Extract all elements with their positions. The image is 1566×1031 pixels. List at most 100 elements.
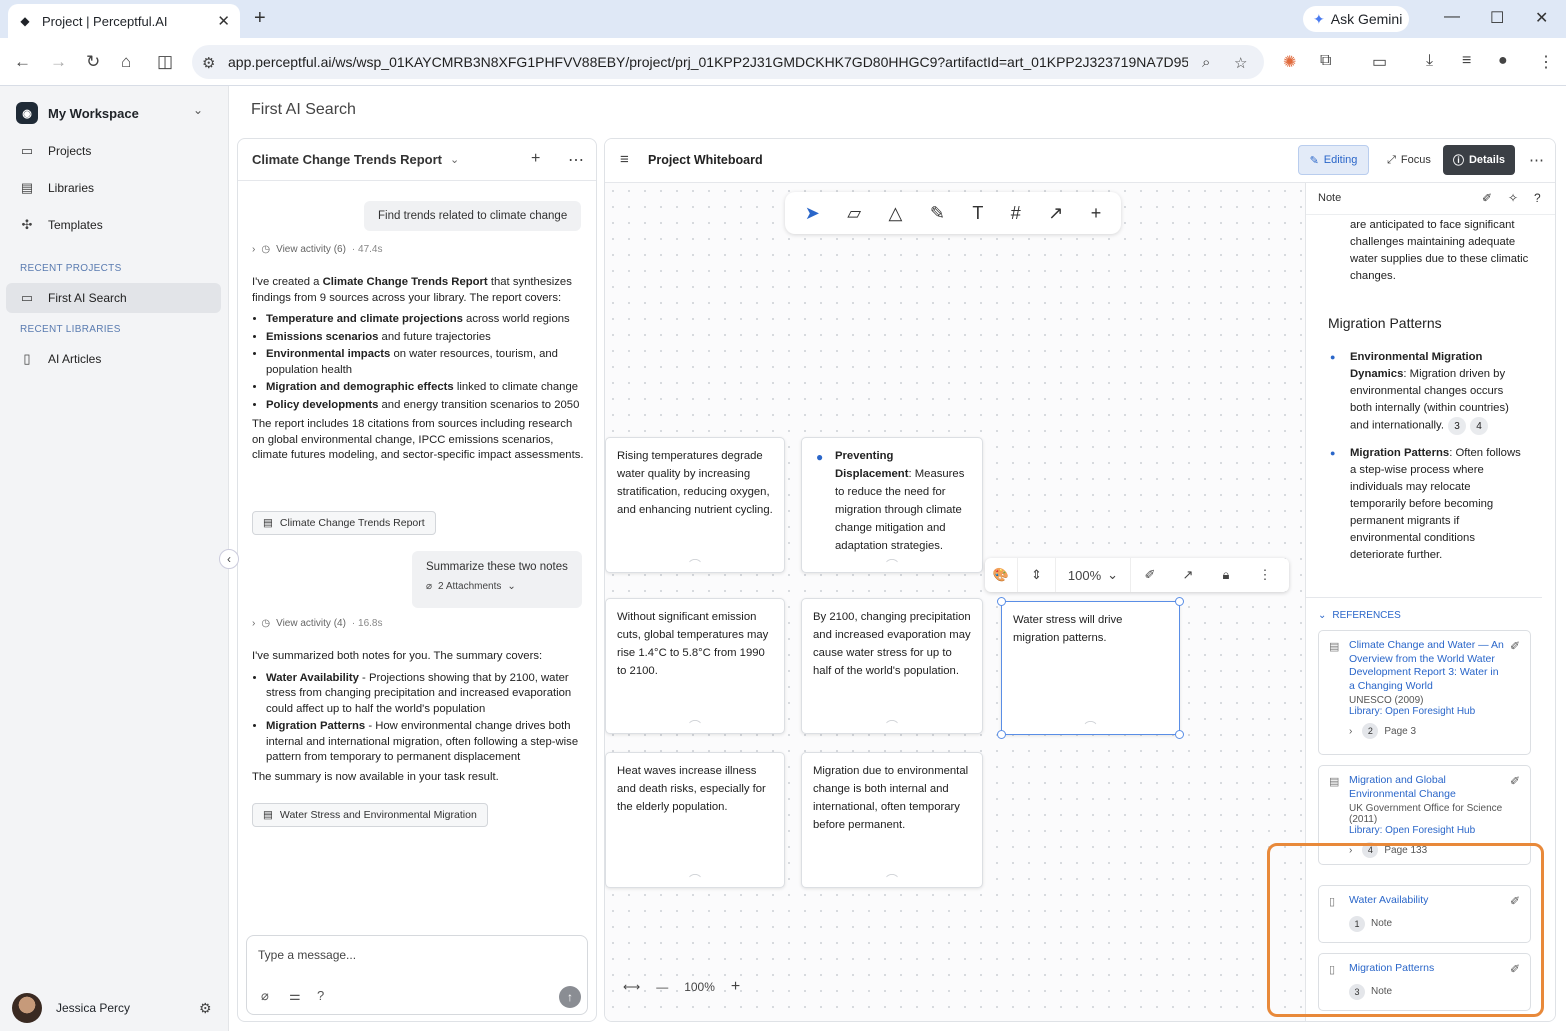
add-tool-icon[interactable]: +: [1091, 203, 1102, 224]
bookmark-star-icon[interactable]: ☆: [1234, 54, 1247, 72]
url-bar[interactable]: app.perceptful.ai/ws/wsp_01KAYCMRB3N8XFG…: [192, 45, 1264, 79]
citation-badge[interactable]: 4: [1470, 417, 1488, 435]
sparkles-icon[interactable]: ✧: [1508, 191, 1518, 205]
palette-icon[interactable]: 🎨: [985, 558, 1017, 592]
close-tab-icon[interactable]: ✕: [217, 12, 230, 30]
reference-library[interactable]: Library: Open Foresight Hub: [1349, 825, 1520, 836]
reference-card[interactable]: ▤ ✐ Climate Change and Water — An Overvi…: [1318, 630, 1531, 755]
ai-wand-icon[interactable]: ✐: [1482, 191, 1492, 205]
menu-icon[interactable]: ≡: [620, 151, 629, 168]
whiteboard-canvas[interactable]: ➤ ▱ △ ✎ T # ↗ + Rising temperatures degr…: [605, 183, 1305, 1021]
view-activity-toggle[interactable]: › ◷ View activity (6) · 47.4s: [252, 244, 383, 255]
resize-handle[interactable]: [997, 730, 1006, 739]
paperclip-icon[interactable]: ⌀: [261, 988, 269, 1004]
help-icon[interactable]: ?: [1534, 191, 1541, 205]
artifact-chip[interactable]: ▤ Water Stress and Environmental Migratio…: [252, 803, 488, 827]
resize-handle[interactable]: [997, 597, 1006, 606]
cast-icon[interactable]: ▭: [1372, 52, 1387, 72]
artifact-chip[interactable]: ▤ Climate Change Trends Report: [252, 511, 436, 535]
extension-icon[interactable]: ✺: [1283, 52, 1296, 72]
chat-title[interactable]: Climate Change Trends Report: [252, 152, 442, 167]
ai-wand-icon[interactable]: ✐: [1510, 774, 1520, 788]
fit-width-icon[interactable]: ⟷: [623, 980, 640, 994]
sticky-note[interactable]: ● Preventing Displacement: Measures to re…: [801, 437, 983, 573]
ask-gemini-button[interactable]: ✦ Ask Gemini: [1303, 6, 1409, 32]
sliders-icon[interactable]: ⚌: [289, 988, 301, 1004]
collapse-sidebar-button[interactable]: ‹: [219, 549, 239, 569]
reference-library[interactable]: Library: Open Foresight Hub: [1349, 706, 1520, 717]
maximize-button[interactable]: ☐: [1490, 8, 1504, 28]
resize-handle[interactable]: [1175, 730, 1184, 739]
text-tool-icon[interactable]: T: [972, 203, 983, 224]
details-button[interactable]: ⓘ Details: [1443, 145, 1515, 175]
ai-wand-icon[interactable]: ✐: [1510, 639, 1520, 653]
add-icon[interactable]: +: [531, 150, 540, 168]
chevron-right-icon: ›: [252, 244, 256, 255]
lock-icon[interactable]: 🔒︎: [1207, 558, 1245, 592]
sticky-note[interactable]: Without significant emission cuts, globa…: [605, 598, 785, 734]
sticky-note[interactable]: By 2100, changing precipitation and incr…: [801, 598, 983, 734]
selected-sticky-note[interactable]: Water stress will drive migration patter…: [1001, 601, 1180, 735]
sidebar-item-templates[interactable]: ✣ Templates: [20, 217, 103, 233]
references-toggle[interactable]: ⌄ REFERENCES: [1318, 610, 1401, 621]
sidebar-item-ai-articles[interactable]: ▯ AI Articles: [20, 351, 101, 367]
fit-height-icon[interactable]: ⇕: [1017, 558, 1055, 592]
select-tool-icon[interactable]: ➤: [805, 203, 820, 224]
note-zoom-select[interactable]: 100% ⌄: [1055, 558, 1131, 592]
sidebar-item-libraries[interactable]: ▤ Libraries: [20, 180, 94, 196]
more-options-icon[interactable]: ⋯: [1529, 151, 1544, 169]
sticky-note[interactable]: Heat waves increase illness and death ri…: [605, 752, 785, 888]
sticky-note[interactable]: Migration due to environmental change is…: [801, 752, 983, 888]
zoom-out-icon[interactable]: —: [656, 980, 668, 994]
home-icon[interactable]: ⌂: [121, 52, 131, 72]
new-tab-button[interactable]: +: [254, 7, 266, 30]
minimize-button[interactable]: —: [1444, 8, 1460, 26]
message-composer[interactable]: Type a message... ⌀ ⚌ ? ↑: [246, 935, 588, 1015]
frame-tool-icon[interactable]: #: [1011, 203, 1021, 224]
download-icon[interactable]: ⤓: [1426, 52, 1433, 70]
sidebar-item-projects[interactable]: ▭ Projects: [20, 143, 92, 159]
sticky-note[interactable]: Rising temperatures degrade water qualit…: [605, 437, 785, 573]
more-options-icon[interactable]: ⋮: [1245, 558, 1285, 592]
attachments-toggle[interactable]: ⌀ 2 Attachments ⌄: [426, 581, 568, 592]
send-button[interactable]: ↑: [559, 986, 581, 1008]
browser-menu-icon[interactable]: ⋮: [1538, 52, 1554, 72]
connector-tool-icon[interactable]: ↗: [1048, 203, 1063, 224]
more-options-icon[interactable]: ⋯: [568, 150, 584, 170]
focus-button[interactable]: ⤢ Focus: [1381, 145, 1437, 175]
zoom-icon[interactable]: ⌕: [1202, 54, 1210, 71]
browser-tab[interactable]: ◆ Project | Perceptful.AI ✕: [8, 4, 240, 38]
extensions-puzzle-icon[interactable]: ⧉: [1320, 52, 1331, 70]
zoom-in-icon[interactable]: +: [731, 978, 740, 996]
reference-page-row[interactable]: › 2 Page 3: [1349, 723, 1520, 739]
shapes-tool-icon[interactable]: △: [889, 203, 903, 224]
window-close-button[interactable]: ✕: [1535, 8, 1548, 28]
chevron-down-icon[interactable]: ⌄: [193, 103, 203, 117]
help-icon[interactable]: ?: [317, 988, 324, 1003]
pen-tool-icon[interactable]: ✎: [930, 203, 945, 224]
settings-gear-icon[interactable]: ⚙: [199, 1000, 212, 1017]
chevron-down-icon[interactable]: ⌄: [450, 153, 459, 166]
media-icon[interactable]: ≡: [1462, 52, 1471, 70]
connector-icon[interactable]: ↗: [1169, 558, 1207, 592]
message-input[interactable]: Type a message...: [258, 948, 356, 962]
reference-title[interactable]: Migration and Global Environmental Chang…: [1349, 774, 1499, 801]
profile-icon[interactable]: ●: [1498, 52, 1508, 70]
user-profile[interactable]: Jessica Percy: [12, 993, 130, 1023]
reload-icon[interactable]: ↻: [86, 52, 100, 72]
back-icon[interactable]: ←: [14, 52, 31, 72]
sidebar-item-first-ai-search[interactable]: ▭ First AI Search: [20, 290, 127, 306]
citation-badge[interactable]: 3: [1448, 417, 1466, 435]
workspace-switcher[interactable]: ◉ My Workspace: [16, 102, 139, 124]
editing-button[interactable]: ✎ Editing: [1298, 145, 1369, 175]
view-activity-toggle[interactable]: › ◷ View activity (4) · 16.8s: [252, 618, 383, 629]
site-info-icon[interactable]: ⚙: [202, 54, 215, 72]
forward-icon[interactable]: →: [50, 52, 67, 72]
ai-wand-icon[interactable]: ✐: [1131, 558, 1169, 592]
resize-handle[interactable]: [1175, 597, 1184, 606]
reference-title[interactable]: Climate Change and Water — An Overview f…: [1349, 639, 1507, 693]
note-tool-icon[interactable]: ▱: [847, 203, 861, 224]
workspace-name: My Workspace: [48, 105, 139, 121]
split-view-icon[interactable]: ◫: [157, 52, 173, 72]
note-bold: Preventing Displacement: [835, 450, 909, 480]
